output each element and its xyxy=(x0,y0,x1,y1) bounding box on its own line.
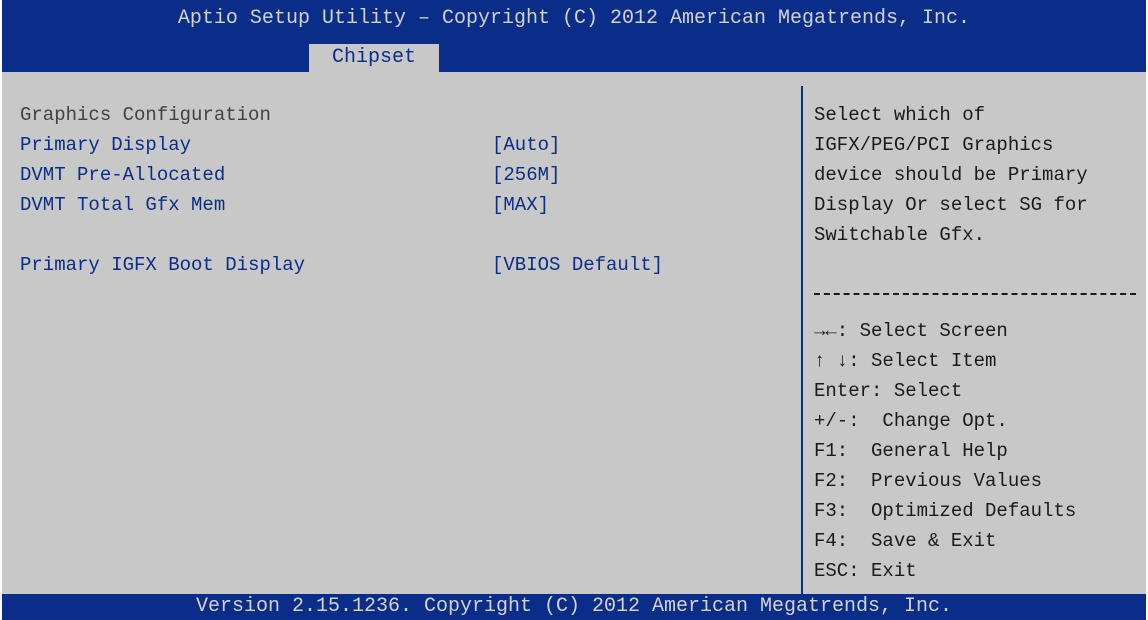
bios-window: Aptio Setup Utility – Copyright (C) 2012… xyxy=(2,0,1146,620)
key-hint-change-opt: +/-: Change Opt. xyxy=(814,410,1008,432)
setting-primary-igfx-boot-display[interactable]: Primary IGFX Boot Display xyxy=(20,250,305,280)
setting-primary-display-value[interactable]: [Auto] xyxy=(492,130,560,160)
setting-dvmt-preallocated-value[interactable]: [256M] xyxy=(492,160,560,190)
help-text-line: IGFX/PEG/PCI Graphics xyxy=(814,134,1054,156)
help-text-line: Select which of xyxy=(814,104,986,126)
key-hint-enter: Enter: Select xyxy=(814,380,963,402)
tab-chipset[interactable]: Chipset xyxy=(309,44,439,72)
help-text-line: Display Or select SG for xyxy=(814,194,1088,216)
content-panel: Graphics Configuration Primary Display [… xyxy=(2,72,1146,594)
key-hint-f3: F3: Optimized Defaults xyxy=(814,500,1077,522)
setting-dvmt-total-gfx-mem-value[interactable]: [MAX] xyxy=(492,190,549,220)
app-title: Aptio Setup Utility – Copyright (C) 2012… xyxy=(177,7,971,30)
help-text-line: device should be Primary xyxy=(814,164,1088,186)
key-hint-select-item: ↑ ↓: Select Item xyxy=(814,350,997,372)
setting-primary-display[interactable]: Primary Display xyxy=(20,130,191,160)
help-text-line: Switchable Gfx. xyxy=(814,224,986,246)
key-hint-select-screen: →←: Select Screen xyxy=(814,320,1008,342)
panel-divider xyxy=(801,86,803,594)
key-hint-f4: F4: Save & Exit xyxy=(814,530,997,552)
setting-dvmt-preallocated[interactable]: DVMT Pre-Allocated xyxy=(20,160,225,190)
key-hint-f1: F1: General Help xyxy=(814,440,1008,462)
key-hint-f2: F2: Previous Values xyxy=(814,470,1043,492)
setting-primary-igfx-boot-display-value[interactable]: [VBIOS Default] xyxy=(492,250,663,280)
help-separator xyxy=(814,293,1136,295)
key-hint-esc: ESC: Exit xyxy=(814,560,917,582)
version-footer: Version 2.15.1236. Copyright (C) 2012 Am… xyxy=(195,595,953,618)
setting-dvmt-total-gfx-mem[interactable]: DVMT Total Gfx Mem xyxy=(20,190,225,220)
tab-bar: Chipset xyxy=(2,40,1146,72)
section-title: Graphics Configuration xyxy=(20,104,271,126)
